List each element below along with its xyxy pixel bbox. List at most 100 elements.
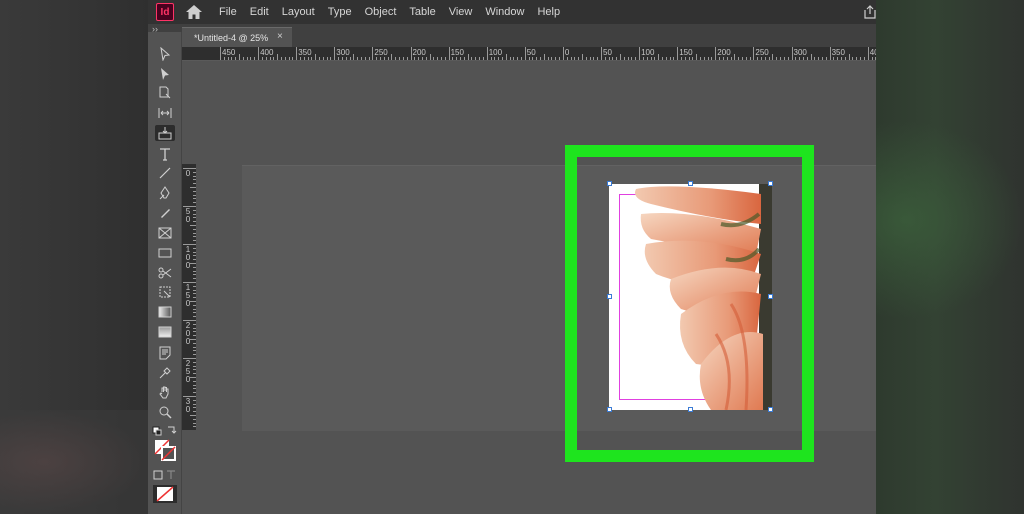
ruler-minor-tick [741, 57, 743, 60]
close-tab-icon[interactable]: × [277, 31, 283, 42]
vertical-ruler-active-area[interactable]: 0 5 0 1 0 0 1 5 0 2 0 0 2 5 0 3 0 [182, 164, 196, 430]
document-tab-bar: *Untitled-4 @ 25% × [182, 27, 876, 47]
selection-tool-icon[interactable] [155, 46, 175, 62]
formatting-affects-icon[interactable] [151, 467, 179, 483]
ruler-minor-tick [319, 57, 321, 60]
ruler-minor-tick [345, 57, 347, 60]
ruler-minor-tick [440, 57, 442, 60]
ruler-label: 50 [526, 48, 536, 57]
share-icon[interactable] [864, 5, 876, 19]
ruler-minor-tick [692, 57, 694, 60]
ruler-tick [183, 396, 196, 397]
ruler-minor-tick [574, 57, 576, 60]
fill-stroke-swatch-icon[interactable] [151, 438, 179, 462]
ruler-minor-tick [681, 57, 682, 60]
rectangle-tool-icon[interactable] [155, 245, 175, 261]
horizontal-ruler[interactable]: 450 400 350 300 250 200 150 100 50 0 50 100 150 200 25… [182, 47, 876, 61]
line-tool-icon[interactable] [155, 165, 175, 181]
ruler-minor-tick [730, 57, 732, 60]
ruler-minor-tick [414, 57, 416, 60]
ruler-label: 450 [222, 48, 236, 57]
ruler-minor-tick [463, 57, 465, 60]
ruler-minor-tick [288, 57, 290, 60]
ruler-minor-tick [517, 57, 519, 60]
ruler-label: 200 [717, 48, 731, 57]
ruler-tick [183, 320, 196, 321]
ruler-minor-tick [303, 57, 305, 60]
ruler-minor-tick [578, 57, 580, 60]
ruler-minor-tick [665, 57, 667, 60]
ruler-minor-tick [597, 57, 599, 60]
zoom-tool-icon[interactable] [155, 404, 175, 420]
eyedropper-tool-icon[interactable] [155, 365, 175, 381]
ruler-minor-tick [315, 54, 317, 60]
ruler-minor-tick [738, 57, 740, 60]
ruler-label: 250 [755, 48, 769, 57]
ruler-minor-tick [265, 57, 267, 60]
ruler-minor-tick [364, 57, 366, 60]
menu-item-view[interactable]: View [449, 6, 473, 18]
ruler-minor-tick [307, 57, 309, 60]
ruler-minor-tick [437, 57, 439, 60]
ruler-major-tick [715, 47, 717, 60]
menu-item-window[interactable]: Window [485, 6, 524, 18]
ruler-minor-tick [284, 57, 286, 60]
gradient-swatch-tool-icon[interactable] [155, 304, 175, 320]
menu-item-help[interactable]: Help [537, 6, 560, 18]
ruler-minor-tick [623, 57, 625, 60]
ruler-minor-tick [871, 57, 873, 60]
document-tab[interactable]: *Untitled-4 @ 25% × [182, 27, 292, 47]
menu-item-layout[interactable]: Layout [282, 6, 315, 18]
gradient-feather-tool-icon[interactable] [155, 324, 175, 340]
ruler-label: 5 0 [185, 207, 191, 224]
menu-item-edit[interactable]: Edit [250, 6, 269, 18]
rectangle-frame-tool-icon[interactable] [155, 225, 175, 241]
ruler-minor-tick [844, 57, 846, 60]
menu-item-object[interactable]: Object [365, 6, 397, 18]
ruler-minor-tick [768, 57, 770, 60]
ruler-major-tick [448, 47, 450, 60]
direct-selection-tool-icon[interactable] [155, 66, 175, 82]
default-swap-colors-icon[interactable] [151, 423, 179, 439]
note-tool-icon[interactable] [155, 345, 175, 361]
ruler-minor-tick [581, 54, 583, 60]
ruler-minor-tick [795, 57, 797, 60]
ruler-minor-tick [235, 57, 237, 60]
gap-tool-icon[interactable] [155, 105, 175, 121]
menu-item-file[interactable]: File [219, 6, 237, 18]
scissors-tool-icon[interactable] [155, 265, 175, 281]
ruler-minor-tick [802, 57, 804, 60]
ruler-label: 300 [336, 48, 350, 57]
ruler-minor-tick [620, 54, 622, 60]
ruler-minor-tick [425, 57, 427, 60]
content-collector-tool-icon[interactable] [155, 125, 175, 141]
hand-tool-icon[interactable] [155, 384, 175, 400]
ruler-minor-tick [837, 57, 839, 60]
ruler-minor-tick [261, 57, 263, 60]
ruler-minor-tick [242, 57, 244, 60]
pen-tool-icon[interactable] [155, 185, 175, 201]
document-canvas[interactable] [196, 61, 876, 514]
ruler-minor-tick [330, 57, 332, 60]
ruler-label: 1 5 0 [185, 283, 191, 308]
ruler-minor-tick [726, 57, 728, 60]
ruler-minor-tick [585, 57, 587, 60]
home-icon[interactable] [186, 5, 202, 19]
pencil-tool-icon[interactable] [155, 205, 175, 221]
ruler-major-tick [410, 47, 412, 60]
page-tool-icon[interactable] [155, 85, 175, 101]
ruler-minor-tick [612, 57, 614, 60]
ruler-minor-tick [627, 57, 629, 60]
ruler-label: 150 [679, 48, 693, 57]
menu-item-table[interactable]: Table [409, 6, 435, 18]
ruler-minor-tick [254, 57, 256, 60]
ruler-minor-tick [231, 57, 233, 60]
ruler-minor-tick [402, 57, 404, 60]
type-tool-icon[interactable] [155, 146, 175, 162]
menu-item-type[interactable]: Type [328, 6, 352, 18]
ruler-minor-tick [688, 57, 690, 60]
ruler-minor-tick [479, 57, 481, 60]
free-transform-tool-icon[interactable] [155, 284, 175, 300]
apply-none-icon[interactable] [153, 485, 177, 503]
ruler-major-tick [677, 47, 679, 60]
